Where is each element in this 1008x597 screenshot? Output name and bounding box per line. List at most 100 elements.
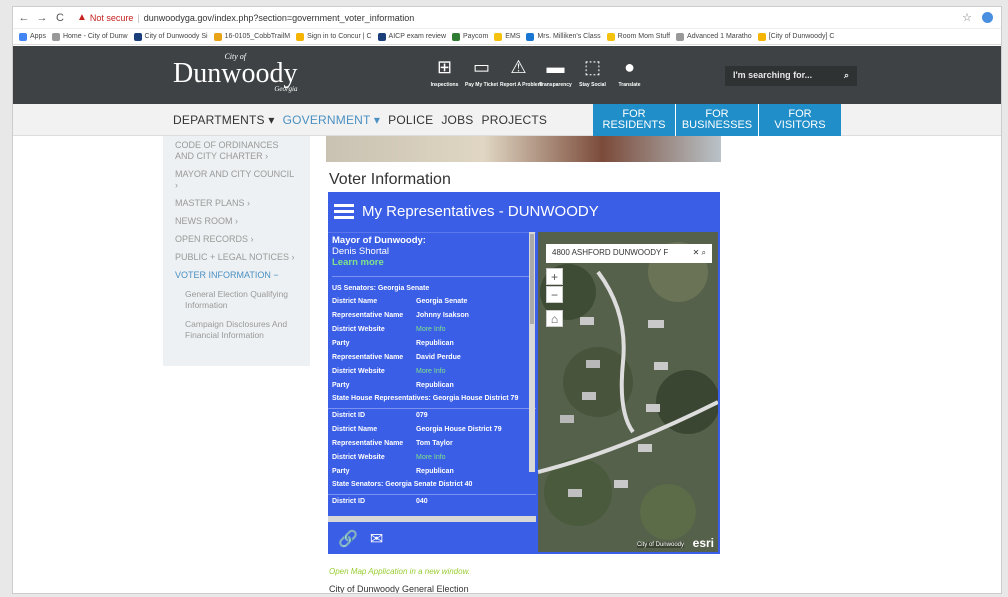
bookmark-icon xyxy=(377,32,386,41)
quick-link-social[interactable]: ⬚ Stay Social xyxy=(574,56,611,88)
table-row: District ID 079 xyxy=(328,408,536,423)
bookmark-item[interactable]: Sign in to Concur | C xyxy=(296,32,372,41)
inspections-icon: ⊞ xyxy=(436,57,453,77)
vertical-scrollbar[interactable] xyxy=(529,232,535,472)
zoom-in-button[interactable]: + xyxy=(546,268,563,285)
representatives-panel[interactable]: Mayor of Dunwoody: Denis Shortal Learn m… xyxy=(328,232,536,524)
nav-jobs[interactable]: JOBS xyxy=(441,113,473,127)
nav-for-residents[interactable]: FOR RESIDENTS xyxy=(593,104,675,136)
site-logo[interactable]: City of Dunwoody Georgia xyxy=(173,52,297,93)
chat-icon: ▬ xyxy=(546,57,565,77)
quick-link-inspections[interactable]: ⊞ Inspections xyxy=(426,56,463,88)
election-heading: City of Dunwoody General Election xyxy=(329,584,469,594)
learn-more-link[interactable]: Learn more xyxy=(332,257,532,268)
nav-police[interactable]: POLICE xyxy=(388,113,433,127)
bookmark-icon xyxy=(452,32,460,41)
row-value: Tom Taylor xyxy=(416,440,453,447)
divider: | xyxy=(137,12,140,23)
home-button[interactable]: ⌂ xyxy=(546,310,563,327)
bookmark-star-icon[interactable]: ☆ xyxy=(962,11,972,24)
zoom-out-button[interactable]: − xyxy=(546,286,563,303)
bookmark-item[interactable]: City of Dunwoody Si xyxy=(133,32,208,41)
header-quick-links: ⊞ Inspections ▭ Pay My Ticket ⚠ Report A Prob… xyxy=(426,56,648,88)
nav-government[interactable]: GOVERNMENT ▾ xyxy=(283,113,381,127)
bookmark-item[interactable]: Home - City of Dunw xyxy=(51,32,128,41)
row-label: Representative Name xyxy=(332,354,404,361)
sidebar-item[interactable]: MAYOR AND CITY COUNCIL › xyxy=(175,169,298,191)
row-label: Representative Name xyxy=(332,440,404,447)
forward-button[interactable]: → xyxy=(35,12,49,24)
divider xyxy=(332,276,532,277)
row-value: Republican xyxy=(416,340,454,347)
bookmark-item[interactable]: 16-0105_CobbTrailM xyxy=(213,32,290,41)
bookmark-icon xyxy=(494,32,503,41)
row-label: Representative Name xyxy=(332,312,404,319)
page-title: Voter Information xyxy=(329,171,451,188)
bookmark-item[interactable]: EMS xyxy=(494,32,520,41)
security-indicator[interactable]: ▲ Not secure xyxy=(77,12,133,23)
search-icon[interactable]: ⌕ xyxy=(702,248,706,257)
table-row: District Name Georgia House District 79 xyxy=(328,423,536,437)
section-heading: State House Representatives: Georgia Hou… xyxy=(332,395,519,402)
bookmark-item[interactable]: Room Mom Stuff xyxy=(606,32,670,41)
table-row: District Website More Info xyxy=(328,323,536,337)
sidebar-item[interactable]: MASTER PLANS › xyxy=(175,198,298,209)
sidebar-item[interactable]: NEWS ROOM › xyxy=(175,216,298,227)
scrollbar-thumb[interactable] xyxy=(530,234,534,324)
bookmark-item[interactable]: AICP exam review xyxy=(377,32,446,41)
bookmark-icon xyxy=(133,32,142,41)
more-info-link[interactable]: More Info xyxy=(416,366,446,378)
row-value: Republican xyxy=(416,382,454,389)
row-label: District Website xyxy=(332,454,385,461)
more-info-link[interactable]: More Info xyxy=(416,452,446,464)
search-icon[interactable]: ⌕ xyxy=(844,70,849,82)
main-nav: DEPARTMENTS ▾ GOVERNMENT ▾ POLICE JOBS P… xyxy=(13,104,1001,136)
menu-icon[interactable] xyxy=(334,201,354,222)
bookmark-icon xyxy=(296,32,305,41)
warning-icon: ▲ xyxy=(77,12,87,23)
profile-avatar[interactable] xyxy=(982,12,993,23)
sidebar-item[interactable]: PUBLIC + LEGAL NOTICES › xyxy=(175,252,298,263)
bookmark-item[interactable]: Apps xyxy=(19,32,46,41)
quick-link-globe[interactable]: ● Translate xyxy=(611,56,648,88)
quick-link-chat[interactable]: ▬ Transparency xyxy=(537,56,574,88)
mail-icon[interactable]: ✉ xyxy=(370,529,383,549)
back-button[interactable]: ← xyxy=(17,12,31,24)
row-label: District Website xyxy=(332,368,385,375)
address-bar[interactable]: dunwoodyga.gov/index.php?section=governm… xyxy=(144,13,414,23)
clear-icon[interactable]: ✕ xyxy=(693,248,700,257)
chevron-down-icon: ▾ xyxy=(268,113,275,127)
bookmark-item[interactable]: Advanced 1 Maratho xyxy=(676,32,752,41)
open-map-link[interactable]: Open Map Application in a new window. xyxy=(329,567,470,576)
row-label: Party xyxy=(332,468,350,475)
nav-for-businesses[interactable]: FOR BUSINESSES xyxy=(675,104,758,136)
quick-link-ticket[interactable]: ▭ Pay My Ticket xyxy=(463,56,500,88)
esri-logo: esri xyxy=(692,536,714,550)
link-icon[interactable]: 🔗 xyxy=(338,529,358,549)
sidebar-item[interactable]: VOTER INFORMATION − xyxy=(175,270,298,281)
sidebar-subitem[interactable]: General Election Qualifying Information xyxy=(185,289,298,311)
site-search-input[interactable]: I'm searching for... ⌕ xyxy=(725,66,857,86)
quick-link-warning[interactable]: ⚠ Report A Problem xyxy=(500,56,542,88)
nav-departments[interactable]: DEPARTMENTS ▾ xyxy=(173,113,275,127)
table-row: Party Republican xyxy=(328,379,536,393)
nav-projects[interactable]: PROJECTS xyxy=(482,113,548,127)
bookmark-item[interactable]: Paycom xyxy=(452,32,488,41)
table-row: Representative Name Johnny Isakson xyxy=(328,309,536,323)
row-label: District Name xyxy=(332,298,378,305)
table-row: Party Republican xyxy=(328,337,536,351)
sidebar-subitem[interactable]: Campaign Disclosures And Financial Infor… xyxy=(185,319,298,341)
horizontal-scrollbar[interactable] xyxy=(328,516,536,522)
sidebar-item[interactable]: OPEN RECORDS › xyxy=(175,234,298,245)
nav-for-visitors[interactable]: FOR VISITORS xyxy=(758,104,841,136)
bookmark-item[interactable]: Mrs. Milliken's Class xyxy=(526,32,601,41)
more-info-link[interactable]: More Info xyxy=(416,324,446,336)
bookmark-icon xyxy=(51,32,60,41)
reload-button[interactable]: C xyxy=(53,12,67,24)
row-label: District ID xyxy=(332,498,366,505)
sidebar-item[interactable]: CODE OF ORDINANCES AND CITY CHARTER › xyxy=(175,140,298,162)
map-view[interactable]: 4800 ASHFORD DUNWOODY F ✕ ⌕ + − ⌂ City o… xyxy=(538,232,718,552)
map-search-input[interactable]: 4800 ASHFORD DUNWOODY F ✕ ⌕ xyxy=(546,244,712,263)
browser-toolbar: ← → C ▲ Not secure | dunwoodyga.gov/index… xyxy=(13,7,1001,29)
bookmark-item[interactable]: [City of Dunwoody] C xyxy=(757,32,834,41)
